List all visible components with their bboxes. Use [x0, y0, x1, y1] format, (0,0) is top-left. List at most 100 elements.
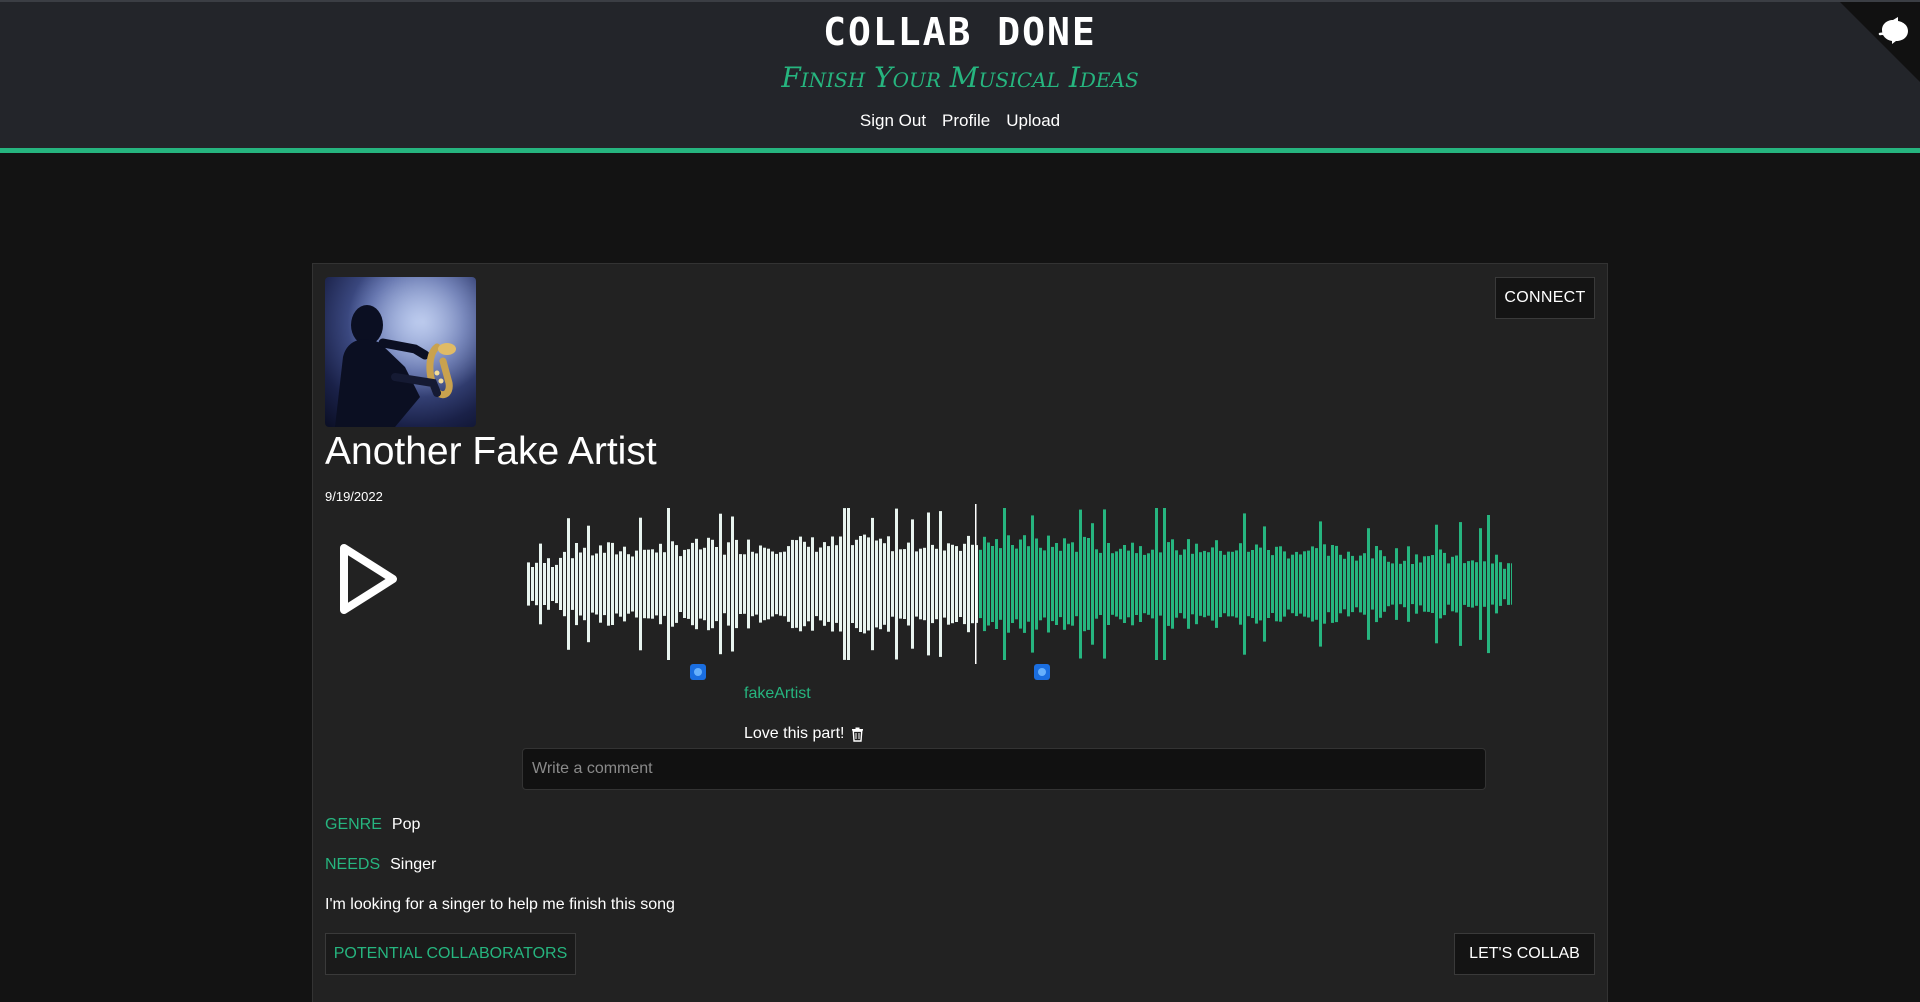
- waveform-bar: [1151, 549, 1154, 619]
- trash-icon[interactable]: [851, 727, 864, 742]
- play-button[interactable]: [335, 540, 401, 618]
- potential-collaborators-button[interactable]: POTENTIAL COLLABORATORS: [325, 933, 576, 975]
- waveform-bar: [951, 544, 954, 624]
- waveform-bar: [779, 552, 782, 616]
- waveform-bar: [823, 542, 826, 626]
- nav-sign-out[interactable]: Sign Out: [860, 111, 926, 131]
- waveform-bar: [1427, 556, 1430, 612]
- waveform-bar: [1283, 551, 1286, 617]
- waveform-bar: [1179, 554, 1182, 614]
- waveform-bar: [631, 556, 634, 612]
- waveform-bar: [1403, 560, 1406, 608]
- waveform-bar: [1315, 548, 1318, 620]
- waveform-bar: [855, 539, 858, 629]
- waveform-bar: [1139, 546, 1142, 622]
- waveform-bar: [1487, 515, 1490, 654]
- waveform-bar: [967, 535, 970, 633]
- saxophone-player-image: [325, 277, 476, 427]
- waveform-bar: [1127, 550, 1130, 618]
- nav-upload[interactable]: Upload: [1006, 111, 1060, 131]
- waveform-bar: [1407, 546, 1410, 622]
- comment-avatar-icon[interactable]: [690, 664, 706, 680]
- waveform-bar: [815, 551, 818, 617]
- waveform-bar: [739, 554, 742, 614]
- waveform-bar: [1335, 545, 1338, 623]
- waveform-bar: [1507, 563, 1510, 605]
- waveform-bar: [1263, 526, 1266, 642]
- waveform-bar: [1363, 553, 1366, 615]
- waveform-bar: [671, 541, 674, 627]
- waveform-bar: [611, 542, 614, 625]
- waveform-bar: [707, 537, 710, 631]
- waveform-bar: [527, 562, 530, 606]
- needs-row: NEEDS Singer: [325, 856, 436, 874]
- waveform-bar: [555, 564, 558, 604]
- waveform-bar: [655, 552, 658, 616]
- site-title: COLLAB DONE: [823, 10, 1097, 54]
- waveform-bar: [1339, 554, 1342, 614]
- waveform-bar: [1479, 528, 1482, 640]
- waveform-bar: [983, 536, 986, 632]
- waveform-bar: [1171, 539, 1174, 629]
- waveform-bar: [835, 545, 838, 623]
- waveform-bar: [1367, 528, 1370, 640]
- waveform-bar: [843, 508, 846, 660]
- waveform-bar: [1267, 550, 1270, 618]
- waveform-bar: [847, 508, 850, 660]
- waveform-bar: [931, 544, 934, 624]
- waveform-bar: [1343, 558, 1346, 610]
- waveform-bar: [1043, 550, 1046, 618]
- post-date: 9/19/2022: [325, 489, 383, 504]
- waveform-bar: [1059, 550, 1062, 618]
- comment-text: Love this part!: [744, 725, 845, 742]
- waveform-bar: [603, 552, 606, 616]
- waveform-bar: [767, 548, 770, 620]
- waveform-bar: [1503, 568, 1506, 600]
- waveform-bar: [1459, 522, 1462, 646]
- waveform-bar: [971, 544, 974, 624]
- octocat-icon: [1878, 17, 1908, 44]
- waveform-bar: [1447, 563, 1450, 605]
- waveform-bar: [1091, 523, 1094, 645]
- playhead-cursor[interactable]: [975, 504, 977, 664]
- waveform-bar: [1015, 548, 1018, 620]
- waveform-bar: [1303, 551, 1306, 617]
- waveform-bar: [1371, 558, 1374, 610]
- waveform-bar: [719, 513, 722, 655]
- waveform-bar: [819, 547, 822, 621]
- post-card: CONNECT Another Fake Artist 9/19/2022 fa…: [312, 263, 1608, 1002]
- waveform-bar: [1319, 521, 1322, 647]
- waveform-bar: [1083, 536, 1086, 632]
- waveform-bar: [1143, 554, 1146, 614]
- waveform-bar: [1379, 550, 1382, 618]
- waveform-bar: [1259, 547, 1262, 621]
- waveform-bar: [723, 554, 726, 614]
- corner-badge[interactable]: [1840, 2, 1920, 82]
- waveform-bar: [1411, 564, 1414, 605]
- connect-button[interactable]: CONNECT: [1495, 277, 1595, 319]
- waveform-bar: [1243, 513, 1246, 655]
- lets-collab-button[interactable]: LET'S COLLAB: [1454, 933, 1595, 975]
- waveform-bar: [731, 516, 734, 652]
- waveform-bar: [1295, 551, 1298, 617]
- waveform-bar: [1067, 543, 1070, 625]
- waveform-bar: [851, 545, 854, 623]
- waveform-bar: [675, 545, 678, 623]
- waveform-bar: [1087, 538, 1090, 630]
- waveform-bar: [1499, 562, 1502, 606]
- comment-input[interactable]: [522, 748, 1486, 790]
- waveform-bar: [755, 553, 758, 615]
- waveform-bar: [787, 546, 790, 622]
- needs-label: NEEDS: [325, 856, 381, 873]
- waveform-bar: [1279, 546, 1282, 622]
- comment-username[interactable]: fakeArtist: [744, 685, 811, 703]
- waveform-bar: [859, 536, 862, 632]
- audio-waveform[interactable]: [527, 504, 1512, 664]
- comment-avatar-icon[interactable]: [1034, 664, 1050, 680]
- waveform-bar: [535, 562, 538, 606]
- waveform-bar: [895, 508, 898, 660]
- waveform-bar: [1135, 553, 1138, 615]
- nav-profile[interactable]: Profile: [942, 111, 990, 131]
- waveform-bar: [1439, 549, 1442, 619]
- waveform-bar: [979, 549, 982, 619]
